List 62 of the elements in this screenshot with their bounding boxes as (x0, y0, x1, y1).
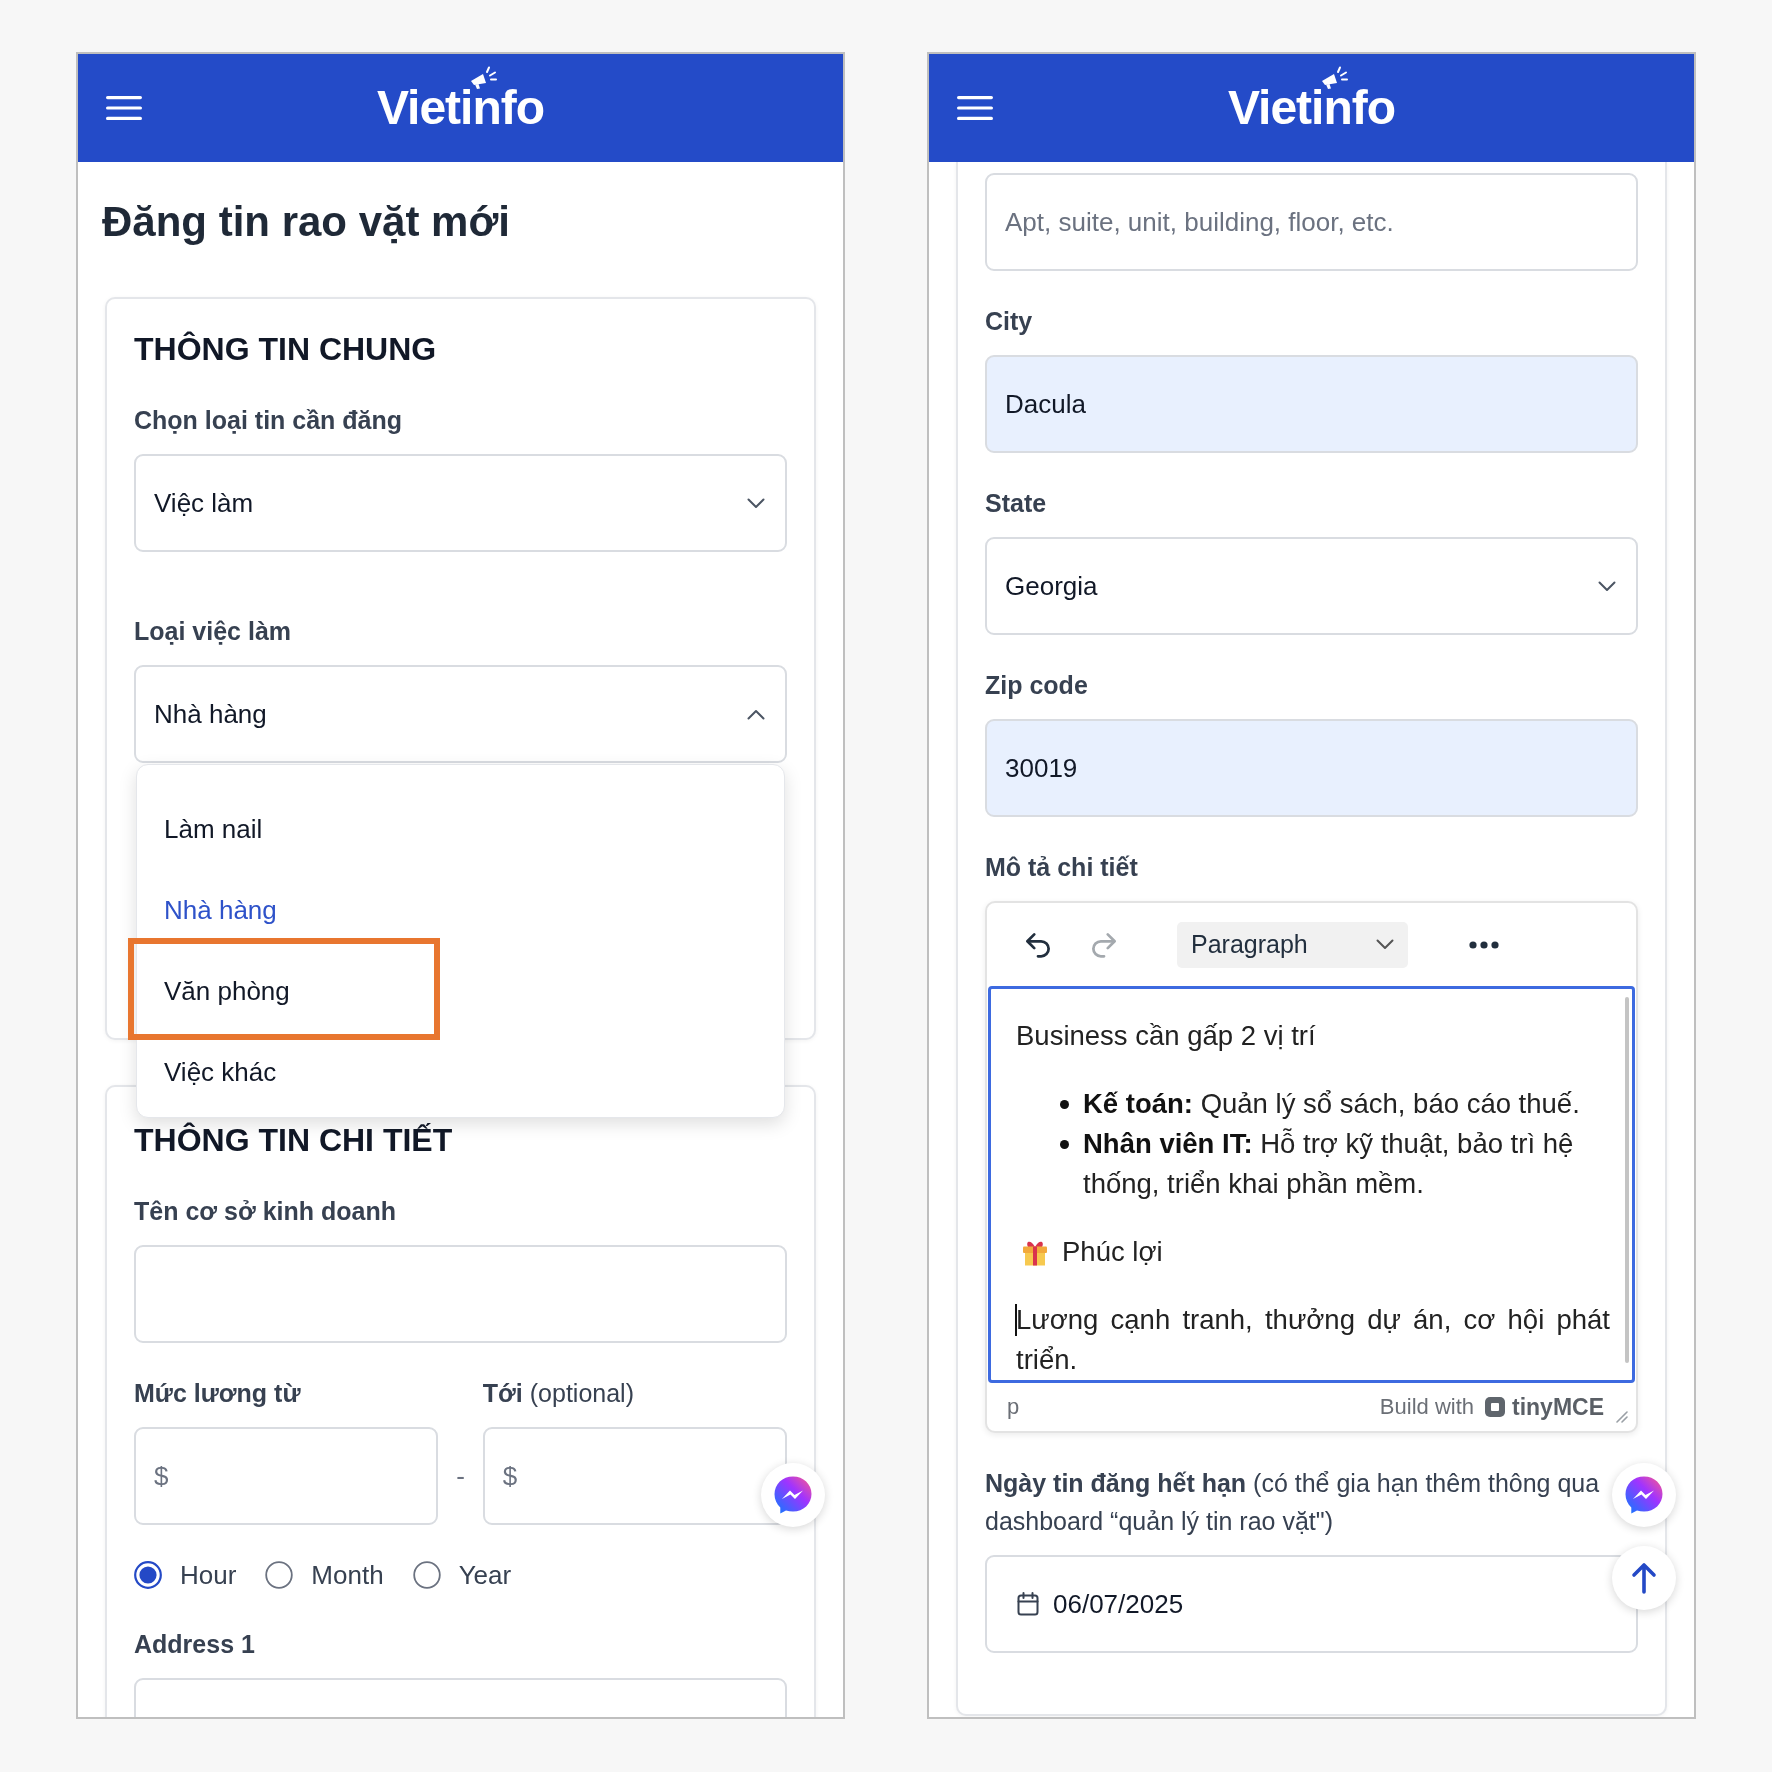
dropdown-option[interactable]: Nhà hàng (164, 895, 277, 926)
logo-icon (1484, 1396, 1506, 1418)
select-field[interactable]: Việc làm (134, 454, 787, 552)
field-label: Mô tả chi tiết (985, 852, 1139, 883)
field-label: Chọn loại tin cần đăng (134, 405, 404, 436)
chevron-down-icon (1376, 939, 1394, 950)
text-input[interactable]: Dacula (985, 355, 1638, 453)
more-button[interactable] (1469, 940, 1499, 949)
select-field[interactable]: Nhà hàng (134, 665, 787, 763)
logo[interactable]: Vietinfo (1227, 82, 1396, 134)
bullet-icon (1060, 1100, 1069, 1109)
list-item: Kế toán: Quản lý sổ sách, báo cáo thuế. (1083, 1087, 1580, 1121)
menu-icon[interactable] (106, 96, 142, 120)
megaphone-icon (1319, 66, 1348, 90)
editor-content-area[interactable]: Business cần gấp 2 vị trí Kế toán: Quản lý sổ sách, báo cáo thuế. Nhân viên IT: Hỗ trợ kỹ thuật, bảo trì hệ thống, triển khai phần mềm. Phúc lợi Lương cạnh tranh, thưởng dự án, cơ hội phát triển. (988, 986, 1635, 1383)
dropdown-option[interactable]: Văn phòng (164, 976, 290, 1007)
bullet-icon (1060, 1140, 1069, 1149)
radio-icon[interactable] (134, 1561, 162, 1589)
more-icon (1469, 940, 1499, 949)
field-label: Ngày tin đăng hết hạn (có thể gia hạn thêm thông qua dashboard “quản lý tin rao vặt") (985, 1468, 1601, 1537)
radio-icon[interactable] (265, 1561, 294, 1589)
radio-label[interactable]: Month (311, 1559, 384, 1591)
text-input[interactable] (134, 1245, 787, 1343)
field-label: Mức lương từ (134, 1378, 302, 1409)
chat-icon (773, 1475, 813, 1515)
text-input[interactable]: Apt, suite, unit, building, floor, etc. (985, 173, 1638, 271)
radio-label[interactable]: Year (458, 1559, 512, 1591)
field-label: City (985, 306, 1034, 337)
element-path[interactable]: p (1007, 1394, 1020, 1420)
editor-paragraph: Lương cạnh tranh, thưởng dự án, cơ hội phát triển. (1016, 1303, 1610, 1377)
editor-paragraph: Business cần gấp 2 vị trí (1016, 1019, 1317, 1053)
section-heading: THÔNG TIN CHUNG (134, 330, 438, 368)
field-label: Address 1 (134, 1629, 256, 1660)
brand-name[interactable]: tinyMCE (1512, 1393, 1604, 1421)
field-label: State (985, 488, 1048, 519)
logo[interactable]: Vietinfo (376, 82, 545, 134)
section-heading: THÔNG TIN CHI TIẾT (134, 1121, 454, 1159)
text-input[interactable]: $ (482, 1427, 787, 1525)
branding-link[interactable]: Build with (1379, 1394, 1474, 1420)
field-label: Loại việc làm (134, 616, 293, 647)
field-label: Zip code (985, 670, 1089, 701)
text-input[interactable]: 30019 (985, 719, 1638, 817)
chat-icon (1624, 1475, 1664, 1515)
dropdown-option[interactable]: Làm nail (164, 814, 263, 845)
select-field[interactable]: Georgia (985, 537, 1638, 635)
range-separator: - (456, 1460, 465, 1492)
block-format-select[interactable]: Paragraph (1177, 921, 1408, 968)
megaphone-icon (468, 66, 497, 90)
text-input[interactable]: $ (134, 1427, 439, 1525)
calendar-icon (1017, 1592, 1039, 1616)
menu-icon[interactable] (957, 96, 993, 120)
radio-icon[interactable] (412, 1561, 441, 1589)
list-item: Nhân viên IT: Hỗ trợ kỹ thuật, bảo trì hệ thống, triển khai phần mềm. (1083, 1127, 1575, 1201)
field-label: Tới (optional) (482, 1378, 635, 1409)
editor-paragraph: Phúc lợi (1062, 1235, 1163, 1269)
field-label: Tên cơ sở kinh doanh (134, 1196, 397, 1227)
dropdown-option[interactable]: Việc khác (164, 1057, 277, 1088)
date-field[interactable]: 06/07/2025 (985, 1555, 1638, 1653)
scrollbar-thumb[interactable] (1625, 997, 1629, 1363)
arrow-up-icon (1631, 1562, 1657, 1594)
page-title: Đăng tin rao vặt mới (102, 197, 511, 247)
radio-label[interactable]: Hour (180, 1559, 237, 1591)
